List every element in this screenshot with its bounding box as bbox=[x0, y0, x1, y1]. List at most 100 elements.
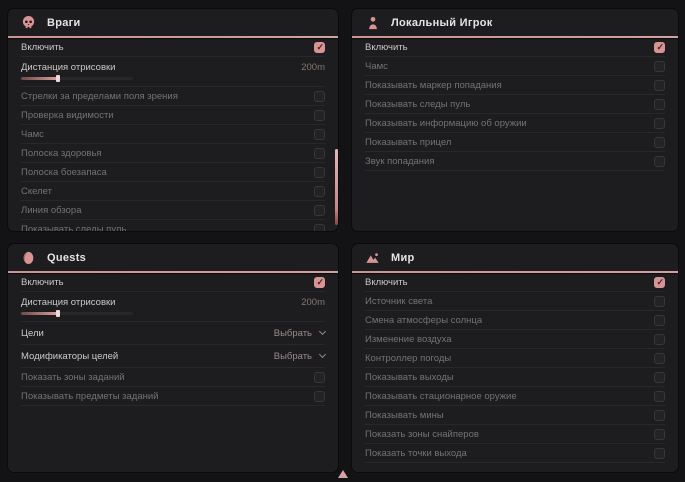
setting-label: Показывать выходы bbox=[365, 372, 454, 383]
setting-row-main: Дистанция отрисовки 200m bbox=[21, 297, 325, 308]
setting-row: Показывать прицел bbox=[365, 133, 665, 152]
setting-row: Включить bbox=[21, 38, 325, 57]
checkbox[interactable] bbox=[314, 129, 325, 140]
setting-row-main: Изменение воздуха bbox=[365, 334, 665, 345]
setting-label: Показывать следы пуль bbox=[21, 224, 126, 232]
setting-row: Показать зоны снайперов bbox=[365, 425, 665, 444]
setting-row: Показывать стационарное оружие bbox=[365, 387, 665, 406]
dropdown[interactable]: Выбрать bbox=[274, 328, 325, 339]
slider-track[interactable] bbox=[21, 312, 133, 315]
checkbox[interactable] bbox=[314, 372, 325, 383]
setting-label: Показывать маркер попадания bbox=[365, 80, 502, 91]
setting-row-main: Полоска здоровья bbox=[21, 148, 325, 159]
setting-row-main: Чамс bbox=[21, 129, 325, 140]
setting-row-main: Показать зоны снайперов bbox=[365, 429, 665, 440]
setting-row: Полоска боезапаса bbox=[21, 163, 325, 182]
checkbox[interactable] bbox=[654, 99, 665, 110]
setting-label: Источник света bbox=[365, 296, 432, 307]
checkbox[interactable] bbox=[314, 148, 325, 159]
checkbox[interactable] bbox=[654, 118, 665, 129]
panel-enemies: Враги ВключитьДистанция отрисовки200mСтр… bbox=[8, 9, 338, 231]
dropdown[interactable]: Выбрать bbox=[274, 351, 325, 362]
slider-fill bbox=[21, 77, 58, 80]
setting-label: Полоска здоровья bbox=[21, 148, 102, 159]
setting-row: Изменение воздуха bbox=[365, 330, 665, 349]
checkbox[interactable] bbox=[314, 277, 325, 288]
checkbox[interactable] bbox=[654, 296, 665, 307]
setting-label: Показать зоны снайперов bbox=[365, 429, 479, 440]
setting-label: Включить bbox=[365, 277, 408, 288]
setting-label: Включить bbox=[21, 277, 64, 288]
setting-label: Модификаторы целей bbox=[21, 351, 118, 362]
checkbox[interactable] bbox=[654, 391, 665, 402]
slider-handle[interactable] bbox=[56, 310, 60, 317]
panel-enemies-header: Враги bbox=[8, 9, 338, 36]
setting-row: ЦелиВыбрать bbox=[21, 322, 325, 345]
checkbox[interactable] bbox=[654, 80, 665, 91]
checkbox[interactable] bbox=[314, 91, 325, 102]
checkbox[interactable] bbox=[654, 156, 665, 167]
setting-label: Дистанция отрисовки bbox=[21, 297, 115, 308]
setting-row-main: Источник света bbox=[365, 296, 665, 307]
setting-label: Стрелки за пределами поля зрения bbox=[21, 91, 178, 102]
player-icon bbox=[365, 15, 380, 30]
dropdown-value: Выбрать bbox=[274, 351, 312, 362]
panel-local-player: Локальный Игрок ВключитьЧамсПоказывать м… bbox=[352, 9, 678, 231]
panel-local-player-header: Локальный Игрок bbox=[352, 9, 678, 36]
checkbox[interactable] bbox=[654, 61, 665, 72]
checkbox[interactable] bbox=[314, 224, 325, 232]
setting-label: Показывать информацию об оружии bbox=[365, 118, 527, 129]
scrollbar-thumb[interactable] bbox=[335, 149, 338, 225]
checkbox[interactable] bbox=[654, 277, 665, 288]
setting-label: Включить bbox=[21, 42, 64, 53]
checkbox[interactable] bbox=[654, 334, 665, 345]
setting-label: Показывать прицел bbox=[365, 137, 451, 148]
setting-row: Дистанция отрисовки 200m bbox=[21, 292, 325, 322]
setting-row-main: Показывать маркер попадания bbox=[365, 80, 665, 91]
setting-row-main: Полоска боезапаса bbox=[21, 167, 325, 178]
setting-row: Показывать предметы заданий bbox=[21, 387, 325, 406]
checkbox[interactable] bbox=[654, 353, 665, 364]
setting-row-main: Показать зоны заданий bbox=[21, 372, 325, 383]
slider-track[interactable] bbox=[21, 77, 133, 80]
setting-label: Показывать следы пуль bbox=[365, 99, 470, 110]
setting-row-main: Контроллер погоды bbox=[365, 353, 665, 364]
checkbox[interactable] bbox=[314, 167, 325, 178]
checkbox[interactable] bbox=[654, 372, 665, 383]
checkbox[interactable] bbox=[314, 42, 325, 53]
checkbox[interactable] bbox=[314, 186, 325, 197]
checkbox[interactable] bbox=[314, 205, 325, 216]
panel-quests-title: Quests bbox=[47, 252, 86, 264]
setting-label: Полоска боезапаса bbox=[21, 167, 107, 178]
setting-row: Звук попадания bbox=[365, 152, 665, 171]
setting-row-main: Включить bbox=[21, 277, 325, 288]
checkbox[interactable] bbox=[654, 137, 665, 148]
slider-handle[interactable] bbox=[56, 75, 60, 82]
panel-local-player-title: Локальный Игрок bbox=[391, 17, 493, 29]
setting-row: Модификаторы целей Выбрать bbox=[21, 345, 325, 368]
setting-row: Показать зоны заданий bbox=[21, 368, 325, 387]
checkbox[interactable] bbox=[654, 315, 665, 326]
setting-row-main: Показывать следы пуль bbox=[21, 224, 325, 232]
setting-row: Включить bbox=[21, 273, 325, 292]
setting-row-main: Показывать следы пуль bbox=[365, 99, 665, 110]
setting-label: Проверка видимости bbox=[21, 110, 114, 121]
setting-row-main: Линия обзора bbox=[21, 205, 325, 216]
setting-label: Показывать мины bbox=[365, 410, 444, 421]
checkbox[interactable] bbox=[314, 110, 325, 121]
checkbox[interactable] bbox=[654, 429, 665, 440]
checkbox[interactable] bbox=[654, 410, 665, 421]
setting-row-main: Смена атмосферы солнца bbox=[365, 315, 665, 326]
setting-row: Показывать следы пуль bbox=[365, 95, 665, 114]
checkbox[interactable] bbox=[314, 391, 325, 402]
setting-row: Показывать выходы bbox=[365, 368, 665, 387]
panel-enemies-title: Враги bbox=[47, 17, 81, 29]
setting-row-main: Включить bbox=[21, 42, 325, 53]
setting-row: Полоска здоровья bbox=[21, 144, 325, 163]
setting-row: Включить bbox=[365, 38, 665, 57]
slider-value: 200m bbox=[301, 62, 325, 73]
setting-label: Смена атмосферы солнца bbox=[365, 315, 482, 326]
slider-value: 200m bbox=[301, 297, 325, 308]
checkbox[interactable] bbox=[654, 42, 665, 53]
checkbox[interactable] bbox=[654, 448, 665, 459]
